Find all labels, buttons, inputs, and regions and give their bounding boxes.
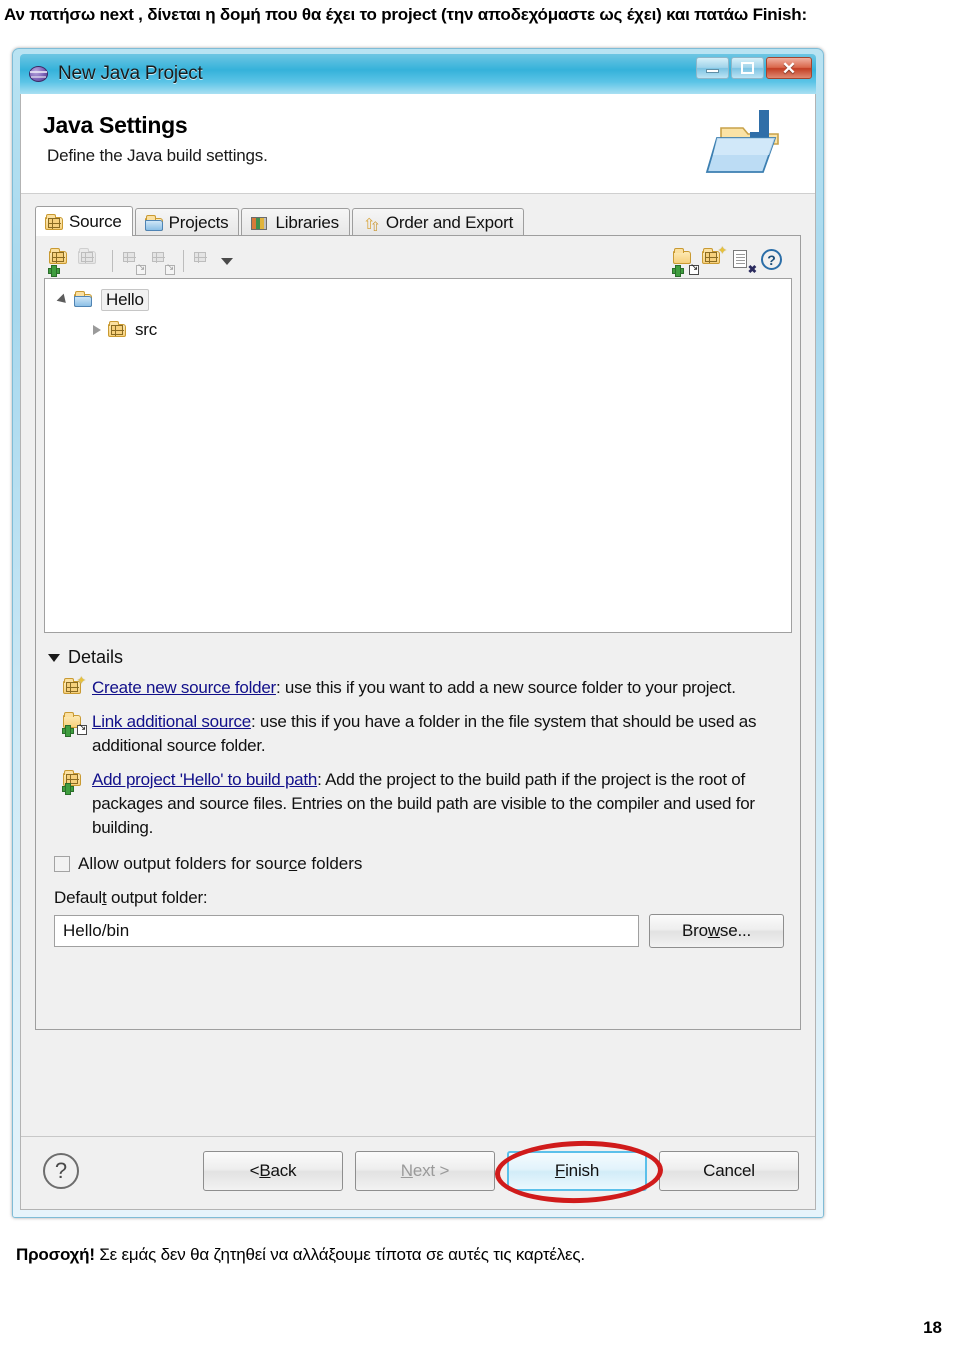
tree-row[interactable]: Hello	[49, 285, 787, 315]
link-source-out-icon	[148, 248, 175, 275]
expand-twisty-icon[interactable]	[56, 293, 70, 307]
create-new-source-folder-icon: ✦	[62, 676, 86, 700]
toolbar-separator-2	[183, 250, 184, 272]
link-additional-source-link[interactable]: Link additional source	[92, 712, 251, 731]
remove-folder-icon	[77, 248, 103, 274]
page-subtitle: Define the Java build settings.	[47, 146, 268, 165]
books-icon	[250, 215, 269, 231]
detail-text-0: : use this if you want to add a new sour…	[275, 678, 736, 697]
configure-filters-icon	[190, 248, 216, 274]
source-folder-icon	[107, 321, 129, 339]
help-question-icon[interactable]: ?	[43, 1153, 79, 1189]
title-bar: New Java Project ✕	[20, 54, 816, 94]
eclipse-globe-icon	[29, 64, 49, 84]
add-to-build-path-icon	[62, 770, 86, 795]
tab-projects-label: Projects	[168, 212, 229, 232]
next-button: Next >	[355, 1151, 495, 1191]
maximize-icon[interactable]	[731, 57, 764, 79]
link-additional-source-icon	[62, 712, 87, 737]
tab-projects[interactable]: Projects	[134, 208, 240, 236]
browse-button[interactable]: Bro w se...	[649, 914, 784, 948]
back-button[interactable]: < Back	[203, 1151, 343, 1191]
window-title: New Java Project	[58, 63, 203, 84]
chevron-down-icon[interactable]	[48, 653, 60, 662]
page-title: Java Settings	[43, 112, 188, 138]
tab-order-and-export-label: Order and Export	[385, 212, 514, 232]
page-number: 18	[923, 1318, 942, 1337]
add-project-to-build-path-link[interactable]: Add project 'Hello' to build path	[92, 770, 317, 789]
package-folder-icon	[44, 213, 63, 230]
details-label: Details	[68, 647, 124, 667]
wizard-banner: Java Settings Define the Java build sett…	[21, 94, 815, 194]
cancel-button[interactable]: Cancel	[659, 1151, 799, 1191]
allow-output-folders-checkbox[interactable]	[54, 856, 70, 872]
tab-source[interactable]: Source	[35, 206, 133, 236]
link-additional-source-icon[interactable]	[672, 248, 699, 277]
finish-button[interactable]: Finish	[494, 1138, 664, 1206]
collapse-twisty-icon[interactable]	[93, 325, 101, 335]
allow-output-folders-row[interactable]: Allow output folders for source folders	[54, 854, 792, 874]
default-output-folder-value: Hello/bin	[63, 921, 130, 940]
wizard-buttons: < Back Next > Finish Cancel	[203, 1138, 799, 1206]
default-output-folder-input[interactable]: Hello/bin	[54, 915, 639, 947]
allow-output-folders-label: Allow output folders for source folders	[78, 854, 363, 873]
detail-add-project-to-build-path: Add project 'Hello' to build path: Add t…	[62, 768, 792, 840]
default-output-folder-label: Default output folder:	[54, 888, 208, 907]
slide-caption-bottom: Προσοχή! Σε εμάς δεν θα ζητηθεί να αλλάξ…	[16, 1245, 946, 1265]
default-output-folder-row: Hello/bin Bro w se...	[54, 914, 784, 948]
java-project-folder-icon	[73, 291, 95, 309]
details-section-header[interactable]: Details	[48, 647, 792, 668]
tree-item-hello-label: Hello	[101, 289, 149, 311]
create-new-source-folder-icon[interactable]: ✦	[701, 246, 727, 274]
toolbar-separator	[112, 250, 113, 272]
tab-source-label: Source	[69, 211, 122, 231]
settings-tabs: Source Projects Libraries ⇧ ⇧ Order and E…	[35, 206, 815, 236]
caption-rest: Σε εμάς δεν θα ζητηθεί να αλλάξουμε τίπο…	[94, 1245, 585, 1264]
slide-caption-top: Αν πατήσω next , δίνεται η δομή που θα έ…	[4, 5, 807, 24]
dialog-client-area: Java Settings Define the Java build sett…	[20, 94, 816, 1210]
java-folder-wizard-icon	[703, 102, 793, 186]
source-toolbar: ✦ ✖ ?	[44, 244, 792, 278]
tree-item-src-label: src	[135, 320, 158, 339]
tab-order-and-export[interactable]: ⇧ ⇧ Order and Export	[351, 208, 525, 236]
order-arrows-icon: ⇧ ⇧	[362, 215, 381, 234]
create-new-source-folder-link[interactable]: Create new source folder	[92, 678, 276, 697]
detail-link-additional-source: Link additional source: use this if you …	[62, 710, 792, 758]
tab-libraries[interactable]: Libraries	[241, 208, 350, 236]
tree-row[interactable]: src	[49, 315, 787, 345]
source-tab-panel: ✦ ✖ ? Hello	[35, 235, 801, 1030]
remove-entry-icon[interactable]: ✖	[730, 248, 757, 276]
detail-create-new-source-folder: ✦ Create new source folder: use this if …	[62, 676, 792, 700]
window-controls: ✕	[696, 57, 812, 79]
open-folder-icon	[144, 214, 163, 231]
dropdown-caret-icon[interactable]	[221, 257, 233, 265]
tab-libraries-label: Libraries	[275, 212, 339, 232]
close-icon[interactable]: ✕	[766, 57, 812, 79]
link-source-in-icon	[119, 248, 146, 275]
minimize-icon[interactable]	[696, 57, 729, 79]
wizard-footer: ? < Back Next > Finish Cancel	[21, 1137, 815, 1209]
add-folder-icon[interactable]	[48, 248, 74, 277]
build-path-tree[interactable]: Hello src	[44, 278, 792, 633]
help-icon[interactable]: ?	[759, 248, 785, 274]
caption-strong: Προσοχή!	[16, 1245, 95, 1264]
new-java-project-dialog: New Java Project ✕ Java Settings Define …	[12, 48, 824, 1218]
